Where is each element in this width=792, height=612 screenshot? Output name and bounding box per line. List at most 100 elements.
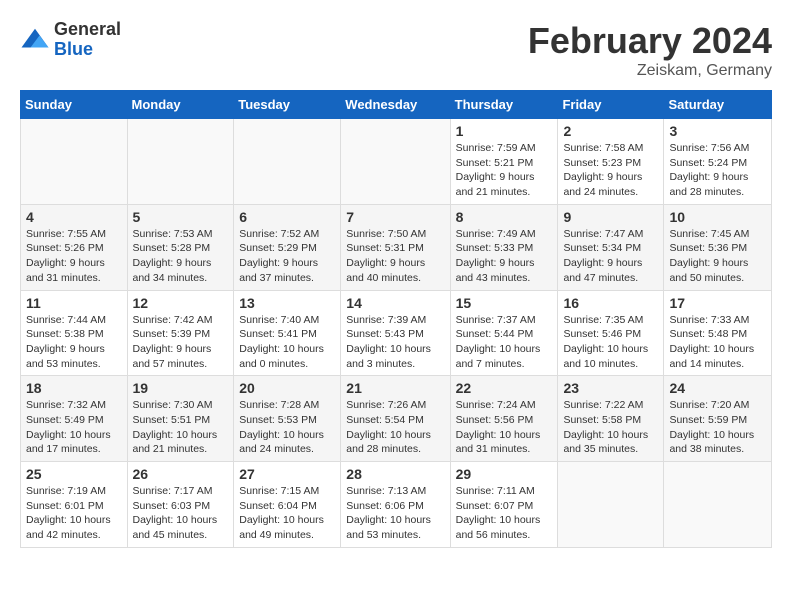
day-info: Sunrise: 7:52 AM Sunset: 5:29 PM Dayligh…	[239, 227, 335, 286]
day-number: 13	[239, 295, 335, 311]
day-cell: 21 Sunrise: 7:26 AM Sunset: 5:54 PM Dayli…	[341, 376, 450, 462]
day-cell: 2 Sunrise: 7:58 AM Sunset: 5:23 PM Daylig…	[558, 119, 664, 205]
header-wednesday: Wednesday	[341, 91, 450, 119]
day-info: Sunrise: 7:32 AM Sunset: 5:49 PM Dayligh…	[26, 398, 122, 457]
day-info: Sunrise: 7:58 AM Sunset: 5:23 PM Dayligh…	[563, 141, 658, 200]
day-cell: 18 Sunrise: 7:32 AM Sunset: 5:49 PM Dayli…	[21, 376, 128, 462]
day-number: 22	[456, 380, 553, 396]
logo-blue: Blue	[54, 40, 121, 60]
day-number: 12	[133, 295, 229, 311]
day-info: Sunrise: 7:17 AM Sunset: 6:03 PM Dayligh…	[133, 484, 229, 543]
day-cell: 7Sunrise: 7:50 AM Sunset: 5:31 PM Daylig…	[341, 204, 450, 290]
day-number: 11	[26, 295, 122, 311]
logo-general: General	[54, 20, 121, 40]
day-cell: 15Sunrise: 7:37 AM Sunset: 5:44 PM Dayli…	[450, 290, 558, 376]
day-cell: 22 Sunrise: 7:24 AM Sunset: 5:56 PM Dayli…	[450, 376, 558, 462]
day-info: Sunrise: 7:44 AM Sunset: 5:38 PM Dayligh…	[26, 313, 122, 372]
day-number: 19	[133, 380, 229, 396]
calendar-body: 1Sunrise: 7:59 AM Sunset: 5:21 PM Daylig…	[21, 119, 772, 548]
day-info: Sunrise: 7:19 AM Sunset: 6:01 PM Dayligh…	[26, 484, 122, 543]
day-info: Sunrise: 7:40 AM Sunset: 5:41 PM Dayligh…	[239, 313, 335, 372]
header-tuesday: Tuesday	[234, 91, 341, 119]
day-cell: 14 Sunrise: 7:39 AM Sunset: 5:43 PM Dayli…	[341, 290, 450, 376]
day-cell: 19 Sunrise: 7:30 AM Sunset: 5:51 PM Dayli…	[127, 376, 234, 462]
day-cell	[664, 462, 772, 548]
calendar-header: Sunday Monday Tuesday Wednesday Thursday…	[21, 91, 772, 119]
day-info: Sunrise: 7:56 AM Sunset: 5:24 PM Dayligh…	[669, 141, 766, 200]
day-cell: 23 Sunrise: 7:22 AM Sunset: 5:58 PM Dayli…	[558, 376, 664, 462]
day-info: Sunrise: 7:26 AM Sunset: 5:54 PM Dayligh…	[346, 398, 444, 457]
day-cell: 13 Sunrise: 7:40 AM Sunset: 5:41 PM Dayli…	[234, 290, 341, 376]
logo-text: General Blue	[54, 20, 121, 60]
day-number: 28	[346, 466, 444, 482]
day-info: Sunrise: 7:22 AM Sunset: 5:58 PM Dayligh…	[563, 398, 658, 457]
day-info: Sunrise: 7:42 AM Sunset: 5:39 PM Dayligh…	[133, 313, 229, 372]
day-number: 14	[346, 295, 444, 311]
day-number: 15	[456, 295, 553, 311]
day-number: 6	[239, 209, 335, 225]
day-number: 21	[346, 380, 444, 396]
day-cell: 26 Sunrise: 7:17 AM Sunset: 6:03 PM Dayli…	[127, 462, 234, 548]
header-monday: Monday	[127, 91, 234, 119]
day-cell: 28Sunrise: 7:13 AM Sunset: 6:06 PM Dayli…	[341, 462, 450, 548]
day-number: 23	[563, 380, 658, 396]
day-cell: 1Sunrise: 7:59 AM Sunset: 5:21 PM Daylig…	[450, 119, 558, 205]
header-sunday: Sunday	[21, 91, 128, 119]
week-row-1: 1Sunrise: 7:59 AM Sunset: 5:21 PM Daylig…	[21, 119, 772, 205]
day-cell	[21, 119, 128, 205]
calendar-table: Sunday Monday Tuesday Wednesday Thursday…	[20, 90, 772, 548]
day-number: 17	[669, 295, 766, 311]
day-number: 3	[669, 123, 766, 139]
day-cell: 20Sunrise: 7:28 AM Sunset: 5:53 PM Dayli…	[234, 376, 341, 462]
day-info: Sunrise: 7:15 AM Sunset: 6:04 PM Dayligh…	[239, 484, 335, 543]
day-cell: 8 Sunrise: 7:49 AM Sunset: 5:33 PM Daylig…	[450, 204, 558, 290]
day-info: Sunrise: 7:20 AM Sunset: 5:59 PM Dayligh…	[669, 398, 766, 457]
day-info: Sunrise: 7:35 AM Sunset: 5:46 PM Dayligh…	[563, 313, 658, 372]
day-number: 10	[669, 209, 766, 225]
day-cell	[234, 119, 341, 205]
header-saturday: Saturday	[664, 91, 772, 119]
day-number: 5	[133, 209, 229, 225]
day-cell: 5Sunrise: 7:53 AM Sunset: 5:28 PM Daylig…	[127, 204, 234, 290]
day-number: 25	[26, 466, 122, 482]
day-cell: 25 Sunrise: 7:19 AM Sunset: 6:01 PM Dayli…	[21, 462, 128, 548]
week-row-2: 4 Sunrise: 7:55 AM Sunset: 5:26 PM Daylig…	[21, 204, 772, 290]
day-cell	[341, 119, 450, 205]
day-number: 29	[456, 466, 553, 482]
day-number: 1	[456, 123, 553, 139]
week-row-5: 25 Sunrise: 7:19 AM Sunset: 6:01 PM Dayli…	[21, 462, 772, 548]
day-info: Sunrise: 7:24 AM Sunset: 5:56 PM Dayligh…	[456, 398, 553, 457]
day-cell	[127, 119, 234, 205]
day-cell: 9Sunrise: 7:47 AM Sunset: 5:34 PM Daylig…	[558, 204, 664, 290]
day-number: 26	[133, 466, 229, 482]
day-info: Sunrise: 7:33 AM Sunset: 5:48 PM Dayligh…	[669, 313, 766, 372]
day-number: 8	[456, 209, 553, 225]
day-cell: 16 Sunrise: 7:35 AM Sunset: 5:46 PM Dayli…	[558, 290, 664, 376]
day-number: 16	[563, 295, 658, 311]
day-cell	[558, 462, 664, 548]
day-info: Sunrise: 7:45 AM Sunset: 5:36 PM Dayligh…	[669, 227, 766, 286]
day-info: Sunrise: 7:49 AM Sunset: 5:33 PM Dayligh…	[456, 227, 553, 286]
day-cell: 29 Sunrise: 7:11 AM Sunset: 6:07 PM Dayli…	[450, 462, 558, 548]
day-info: Sunrise: 7:55 AM Sunset: 5:26 PM Dayligh…	[26, 227, 122, 286]
page-header: General Blue February 2024 Zeiskam, Germ…	[20, 20, 772, 80]
day-number: 4	[26, 209, 122, 225]
day-cell: 12 Sunrise: 7:42 AM Sunset: 5:39 PM Dayli…	[127, 290, 234, 376]
day-cell: 24 Sunrise: 7:20 AM Sunset: 5:59 PM Dayli…	[664, 376, 772, 462]
day-info: Sunrise: 7:28 AM Sunset: 5:53 PM Dayligh…	[239, 398, 335, 457]
day-cell: 3 Sunrise: 7:56 AM Sunset: 5:24 PM Daylig…	[664, 119, 772, 205]
day-number: 18	[26, 380, 122, 396]
day-cell: 17 Sunrise: 7:33 AM Sunset: 5:48 PM Dayli…	[664, 290, 772, 376]
day-info: Sunrise: 7:39 AM Sunset: 5:43 PM Dayligh…	[346, 313, 444, 372]
day-info: Sunrise: 7:11 AM Sunset: 6:07 PM Dayligh…	[456, 484, 553, 543]
week-row-3: 11 Sunrise: 7:44 AM Sunset: 5:38 PM Dayli…	[21, 290, 772, 376]
title-block: February 2024 Zeiskam, Germany	[528, 20, 772, 80]
location: Zeiskam, Germany	[528, 62, 772, 80]
day-number: 2	[563, 123, 658, 139]
day-cell: 4 Sunrise: 7:55 AM Sunset: 5:26 PM Daylig…	[21, 204, 128, 290]
day-number: 24	[669, 380, 766, 396]
logo-icon	[20, 25, 50, 55]
week-row-4: 18 Sunrise: 7:32 AM Sunset: 5:49 PM Dayli…	[21, 376, 772, 462]
day-info: Sunrise: 7:50 AM Sunset: 5:31 PM Dayligh…	[346, 227, 444, 286]
day-info: Sunrise: 7:30 AM Sunset: 5:51 PM Dayligh…	[133, 398, 229, 457]
